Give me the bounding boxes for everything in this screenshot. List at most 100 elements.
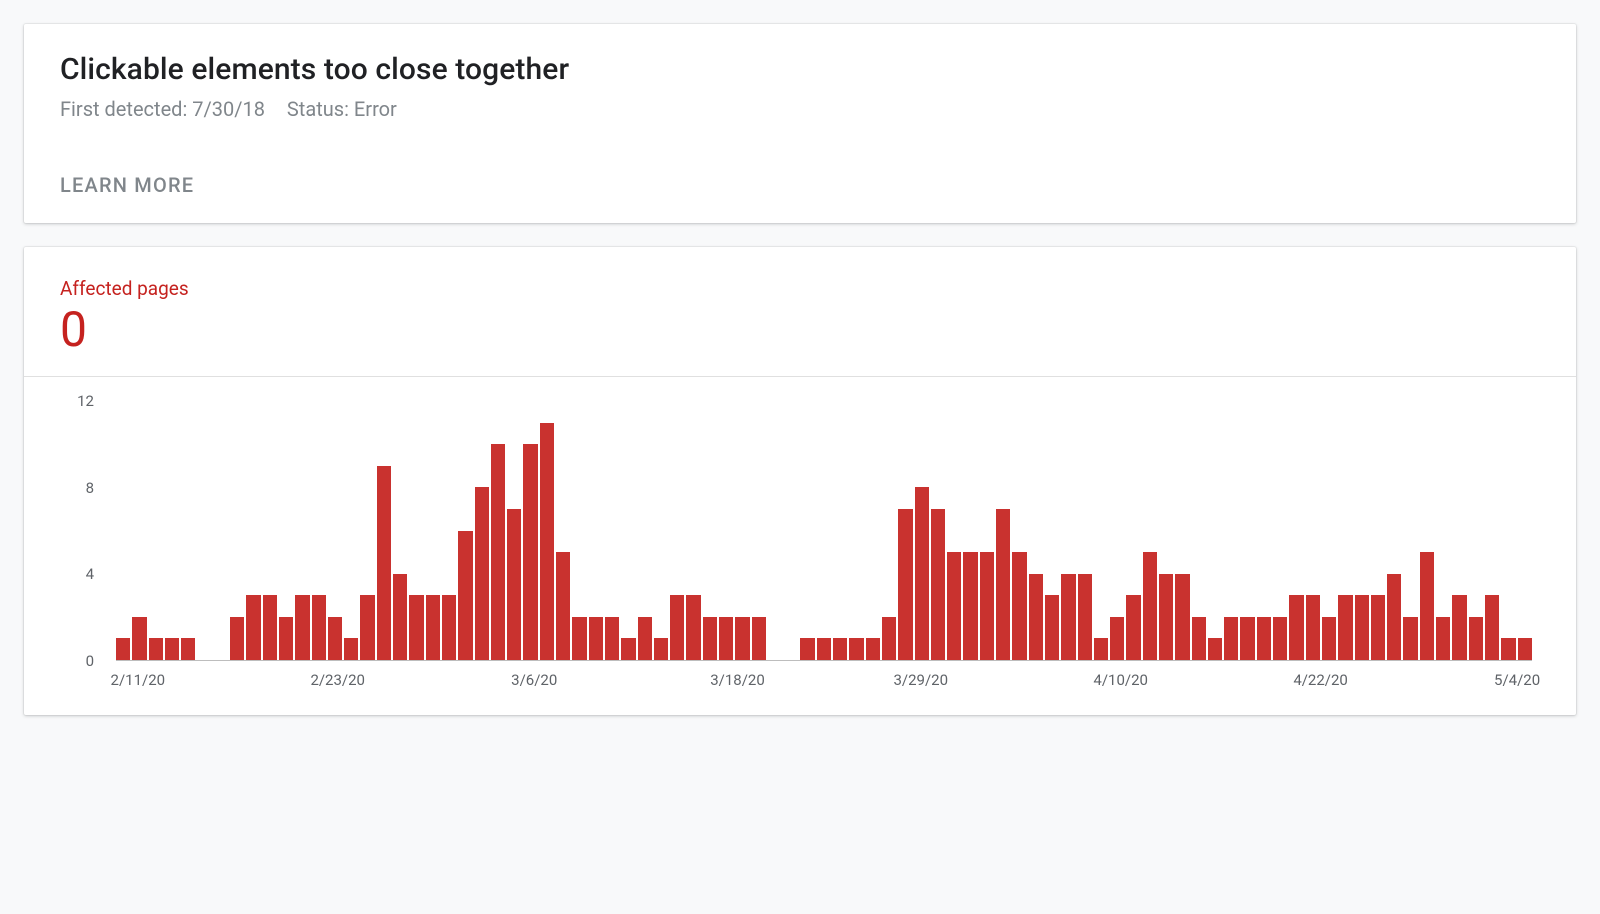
bar[interactable] (1240, 617, 1254, 660)
bar[interactable] (1501, 638, 1515, 660)
bar[interactable] (638, 617, 652, 660)
bar[interactable] (605, 617, 619, 660)
bar[interactable] (409, 595, 423, 660)
chart-header: Affected pages 0 (24, 247, 1576, 377)
bar[interactable] (1306, 595, 1320, 660)
bar[interactable] (1452, 595, 1466, 660)
bar[interactable] (556, 552, 570, 660)
bar[interactable] (279, 617, 293, 660)
bar[interactable] (344, 638, 358, 660)
first-detected-value: 7/30/18 (192, 97, 265, 121)
bar[interactable] (230, 617, 244, 660)
bar[interactable] (426, 595, 440, 660)
bar[interactable] (149, 638, 163, 660)
bar[interactable] (1371, 595, 1385, 660)
y-tick: 0 (86, 652, 94, 670)
x-tick: 3/29/20 (894, 671, 949, 689)
bar[interactable] (1175, 574, 1189, 660)
bar[interactable] (328, 617, 342, 660)
bar[interactable] (1224, 617, 1238, 660)
bar[interactable] (1387, 574, 1401, 660)
bar[interactable] (898, 509, 912, 660)
bar[interactable] (1029, 574, 1043, 660)
x-tick: 4/22/20 (1293, 671, 1348, 689)
bar[interactable] (915, 487, 929, 660)
bar[interactable] (947, 552, 961, 660)
affected-pages-card: Affected pages 0 04812 2/11/202/23/203/6… (24, 247, 1576, 715)
bar[interactable] (589, 617, 603, 660)
bar[interactable] (491, 444, 505, 660)
bar[interactable] (165, 638, 179, 660)
bar[interactable] (360, 595, 374, 660)
y-tick: 12 (77, 392, 94, 410)
x-tick: 2/11/20 (111, 671, 166, 689)
issue-meta-row: First detected: 7/30/18 Status: Error (60, 97, 1540, 121)
bar[interactable] (1012, 552, 1026, 660)
bar[interactable] (1289, 595, 1303, 660)
x-tick: 4/10/20 (1093, 671, 1148, 689)
bar[interactable] (849, 638, 863, 660)
bar[interactable] (817, 638, 831, 660)
bar[interactable] (670, 595, 684, 660)
bar[interactable] (1110, 617, 1124, 660)
bar[interactable] (442, 595, 456, 660)
bar[interactable] (246, 595, 260, 660)
bar[interactable] (116, 638, 130, 660)
bar[interactable] (1273, 617, 1287, 660)
bar[interactable] (312, 595, 326, 660)
bar[interactable] (1192, 617, 1206, 660)
bar[interactable] (1061, 574, 1075, 660)
bar[interactable] (882, 617, 896, 660)
bar[interactable] (507, 509, 521, 660)
bar[interactable] (800, 638, 814, 660)
bar[interactable] (963, 552, 977, 660)
bar[interactable] (377, 466, 391, 660)
bar[interactable] (132, 617, 146, 660)
bar[interactable] (1420, 552, 1434, 660)
bar[interactable] (1257, 617, 1271, 660)
bar[interactable] (1322, 617, 1336, 660)
bar[interactable] (866, 638, 880, 660)
bar[interactable] (1355, 595, 1369, 660)
bar[interactable] (833, 638, 847, 660)
bar[interactable] (1469, 617, 1483, 660)
bar[interactable] (263, 595, 277, 660)
bars-container (116, 401, 1532, 660)
bar[interactable] (523, 444, 537, 660)
bar[interactable] (996, 509, 1010, 660)
bar[interactable] (1403, 617, 1417, 660)
bar[interactable] (181, 638, 195, 660)
bar[interactable] (752, 617, 766, 660)
bar[interactable] (1094, 638, 1108, 660)
bar[interactable] (1159, 574, 1173, 660)
bar[interactable] (1338, 595, 1352, 660)
bar[interactable] (654, 638, 668, 660)
issue-title: Clickable elements too close together (60, 52, 1540, 87)
bar[interactable] (475, 487, 489, 660)
bar[interactable] (572, 617, 586, 660)
bar[interactable] (621, 638, 635, 660)
bar[interactable] (980, 552, 994, 660)
bar[interactable] (719, 617, 733, 660)
x-tick: 2/23/20 (310, 671, 365, 689)
bar[interactable] (295, 595, 309, 660)
y-tick: 8 (86, 479, 94, 497)
bar[interactable] (735, 617, 749, 660)
bar[interactable] (1126, 595, 1140, 660)
bar[interactable] (703, 617, 717, 660)
plot-area (116, 401, 1532, 661)
bar[interactable] (1436, 617, 1450, 660)
bar[interactable] (1045, 595, 1059, 660)
bar[interactable] (1208, 638, 1222, 660)
bar[interactable] (1143, 552, 1157, 660)
bar[interactable] (458, 531, 472, 661)
bar[interactable] (686, 595, 700, 660)
x-tick: 3/6/20 (511, 671, 557, 689)
bar[interactable] (931, 509, 945, 660)
learn-more-link[interactable]: LEARN MORE (60, 173, 194, 197)
bar[interactable] (1485, 595, 1499, 660)
bar[interactable] (1518, 638, 1532, 660)
bar[interactable] (1078, 574, 1092, 660)
bar[interactable] (393, 574, 407, 660)
bar[interactable] (540, 423, 554, 660)
